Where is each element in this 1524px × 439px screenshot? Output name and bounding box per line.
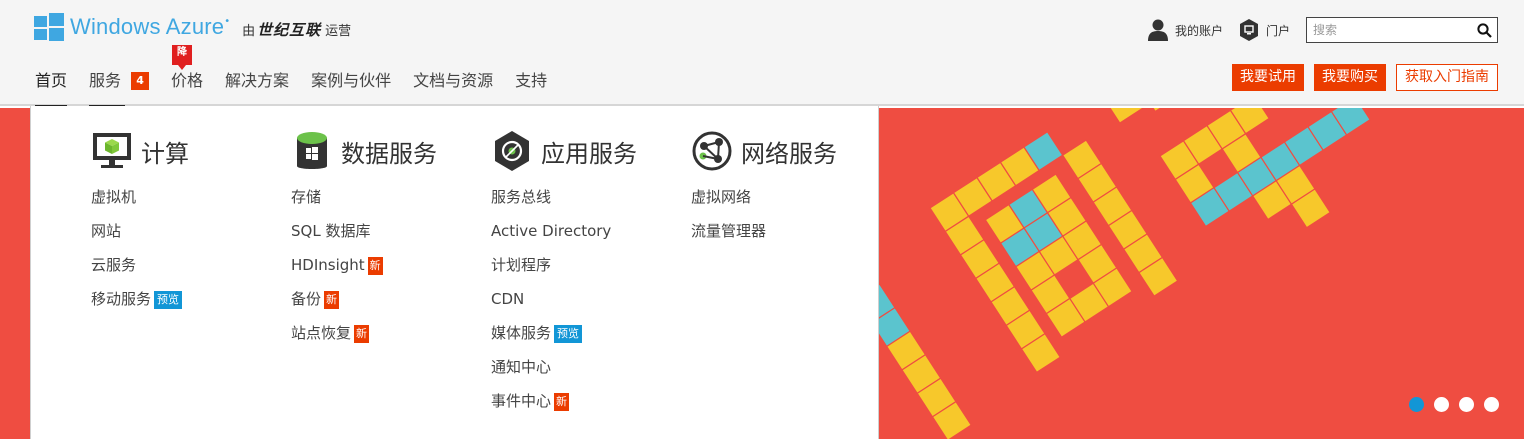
mobile-services-label: 移动服务 <box>91 290 152 308</box>
menu-item-notification-hubs[interactable]: 通知中心 <box>491 356 691 390</box>
menu-item-cloud-services[interactable]: 云服务 <box>91 254 291 288</box>
data-services-column: 数据服务 存储 SQL 数据库 HDInsight 新 备份新 站点恢复新 <box>291 130 491 356</box>
search-input[interactable] <box>1313 23 1463 37</box>
app-services-column: 应用服务 服务总线 Active Directory 计划程序 CDN 媒体服务… <box>491 130 691 424</box>
services-count-badge: 4 <box>131 72 150 90</box>
portal-link[interactable]: 门户 <box>1239 19 1290 41</box>
menu-item-backup[interactable]: 备份新 <box>291 288 491 322</box>
try-button[interactable]: 我要试用 <box>1232 64 1304 91</box>
nav-cases[interactable]: 案例与伙伴 <box>311 67 391 106</box>
nav-pricing-label: 价格 <box>171 71 204 90</box>
site-recovery-label: 站点恢复 <box>291 324 352 342</box>
preview-badge: 预览 <box>154 291 183 309</box>
nav-solutions-label: 解决方案 <box>225 71 290 90</box>
menu-item-media-services[interactable]: 媒体服务 预览 <box>491 322 691 356</box>
monitor-cube-icon <box>91 130 133 172</box>
menu-item-websites[interactable]: 网站 <box>91 220 291 254</box>
menu-item-scheduler[interactable]: 计划程序 <box>491 254 691 288</box>
user-icon <box>1147 19 1168 41</box>
compute-heading[interactable]: 计算 <box>91 130 291 172</box>
menu-item-cdn[interactable]: CDN <box>491 288 691 322</box>
my-account-label: 我的账户 <box>1174 23 1223 38</box>
search-icon[interactable] <box>1477 22 1492 38</box>
backup-label: 备份 <box>291 290 322 308</box>
database-icon <box>291 130 333 172</box>
portal-icon <box>1239 19 1258 41</box>
nav-docs-label: 文档与资源 <box>413 71 494 90</box>
media-services-label: 媒体服务 <box>491 324 552 342</box>
services-mega-menu: 计算 虚拟机 网站 云服务 移动服务 预览 数据服务 存储 SQL 数据库 HD… <box>30 106 879 439</box>
menu-item-site-recovery[interactable]: 站点恢复新 <box>291 322 491 356</box>
carousel-dot[interactable] <box>1459 397 1474 412</box>
menu-item-mobile-services[interactable]: 移动服务 预览 <box>91 288 291 322</box>
network-services-title: 网络服务 <box>741 139 837 168</box>
nav-solutions[interactable]: 解决方案 <box>225 67 289 106</box>
utility-bar: 我的账户 门户 <box>1147 17 1498 43</box>
menu-item-sql-database[interactable]: SQL 数据库 <box>291 220 491 254</box>
windows-flag-icon <box>34 13 64 41</box>
logo-operated: 运营 <box>325 23 352 39</box>
new-badge: 新 <box>367 257 383 275</box>
nav-docs[interactable]: 文档与资源 <box>413 67 493 106</box>
logo-text: Windows Azure <box>70 14 225 39</box>
menu-item-virtual-machines[interactable]: 虚拟机 <box>91 186 291 220</box>
network-globe-icon <box>691 130 733 172</box>
event-hubs-label: 事件中心 <box>491 392 552 410</box>
main-nav: 首页 服务 4 降 价格 解决方案 案例与伙伴 文档与资源 支持 <box>35 45 569 108</box>
nav-home[interactable]: 首页 <box>35 67 68 108</box>
menu-item-traffic-manager[interactable]: 流量管理器 <box>691 220 891 254</box>
menu-item-storage[interactable]: 存储 <box>291 186 491 220</box>
app-services-heading[interactable]: 应用服务 <box>491 130 691 172</box>
menu-item-service-bus[interactable]: 服务总线 <box>491 186 691 220</box>
carousel-dot[interactable] <box>1434 397 1449 412</box>
get-started-guide-button[interactable]: 获取入门指南 <box>1396 64 1498 91</box>
menu-item-active-directory[interactable]: Active Directory <box>491 220 691 254</box>
logo[interactable]: Windows Azure • 由 世纪互联 运营 <box>34 13 351 41</box>
buy-button[interactable]: 我要购买 <box>1314 64 1386 91</box>
portal-label: 门户 <box>1265 23 1290 38</box>
my-account-link[interactable]: 我的账户 <box>1147 19 1223 41</box>
preview-badge: 预览 <box>554 325 583 343</box>
network-services-column: 网络服务 虚拟网络 流量管理器 <box>691 130 891 254</box>
cta-group: 我要试用 我要购买 获取入门指南 <box>1222 64 1498 91</box>
logo-tm: • <box>224 15 231 27</box>
nav-cases-label: 案例与伙伴 <box>311 71 392 90</box>
logo-by: 由 <box>242 23 256 39</box>
data-services-heading[interactable]: 数据服务 <box>291 130 491 172</box>
carousel-dot[interactable] <box>1484 397 1499 412</box>
logo-brand: 世纪互联 <box>257 20 322 39</box>
nav-support[interactable]: 支持 <box>515 67 547 106</box>
app-services-icon <box>491 130 533 172</box>
network-services-heading[interactable]: 网络服务 <box>691 130 891 172</box>
hdinsight-label: HDInsight <box>291 256 365 274</box>
nav-services-label: 服务 <box>89 71 122 90</box>
search-box <box>1306 17 1498 43</box>
app-services-title: 应用服务 <box>541 139 637 168</box>
nav-pricing[interactable]: 降 价格 <box>171 45 204 106</box>
nav-services[interactable]: 服务 4 <box>89 67 150 108</box>
new-badge: 新 <box>354 325 370 343</box>
nav-support-label: 支持 <box>515 71 548 90</box>
menu-item-event-hubs[interactable]: 事件中心新 <box>491 390 691 424</box>
menu-item-hdinsight[interactable]: HDInsight 新 <box>291 254 491 288</box>
nav-home-label: 首页 <box>35 71 68 90</box>
menu-item-virtual-network[interactable]: 虚拟网络 <box>691 186 891 220</box>
price-drop-badge: 降 <box>172 45 193 70</box>
carousel-dots <box>1399 397 1499 412</box>
new-badge: 新 <box>554 393 570 411</box>
compute-column: 计算 虚拟机 网站 云服务 移动服务 预览 <box>91 130 291 322</box>
compute-title: 计算 <box>141 139 189 168</box>
data-services-title: 数据服务 <box>341 139 437 168</box>
carousel-dot[interactable] <box>1409 397 1424 412</box>
site-header: Windows Azure • 由 世纪互联 运营 我的账户 门户 搜索 首页 … <box>0 0 1524 108</box>
new-badge: 新 <box>324 291 340 309</box>
